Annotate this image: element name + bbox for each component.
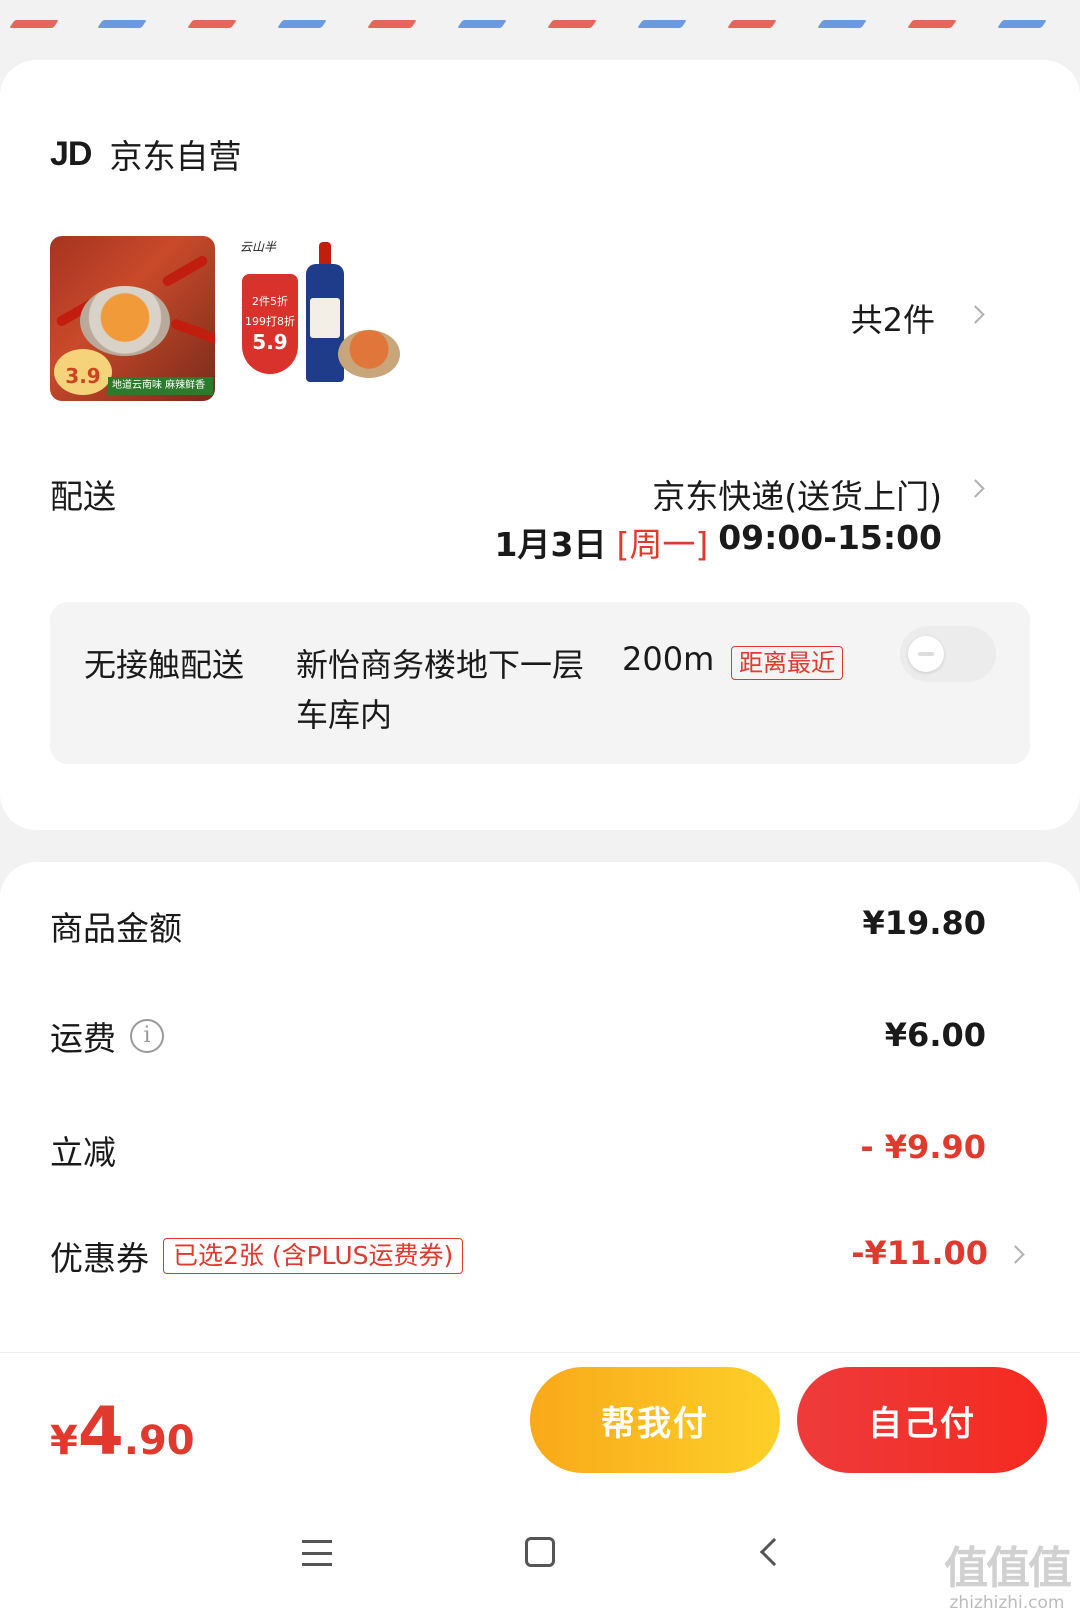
item-count[interactable]: 共2件: [851, 295, 935, 341]
delivery-time-range: 09:00-15:00: [718, 518, 942, 557]
shipping-fee-value: ¥6.00: [884, 1016, 986, 1054]
sauce-bottle-icon: [306, 242, 344, 382]
watermark: 值值值 zhizhizhi.com: [944, 1543, 1072, 1614]
price-badge: 3.9: [54, 349, 112, 395]
coupon-label: 优惠券 已选2张 (含PLUS运费券): [50, 1232, 464, 1280]
chevron-right-icon[interactable]: [966, 305, 985, 324]
product-thumbnail-1[interactable]: 3.9 地道云南味 麻辣鲜香: [50, 236, 215, 401]
airmail-border: [0, 0, 1080, 30]
contactless-distance: 200m: [622, 640, 715, 678]
back-icon[interactable]: [759, 1537, 789, 1567]
delivery-date: 1月3日: [494, 525, 607, 564]
contactless-delivery-panel: 无接触配送 新怡商务楼地下一层车库内 200m 距离最近: [50, 602, 1030, 764]
total-price: ¥ 4 .90: [50, 1393, 195, 1470]
contactless-address: 新怡商务楼地下一层车库内: [296, 646, 585, 734]
checkout-bar: ¥ 4 .90 帮我付 自己付: [0, 1352, 1080, 1490]
toggle-knob: [908, 636, 944, 672]
info-icon[interactable]: i: [130, 1019, 164, 1053]
chevron-right-icon[interactable]: [966, 479, 985, 498]
pay-myself-button[interactable]: 自己付: [797, 1367, 1047, 1473]
system-nav-bar: 值值值 zhizhizhi.com: [0, 1490, 1080, 1621]
instant-discount-value: - ¥9.90: [860, 1128, 986, 1166]
instant-discount-label: 立减: [50, 1133, 116, 1172]
jd-logo-icon: JD: [50, 134, 92, 173]
menu-icon[interactable]: [302, 1540, 332, 1566]
shop-name: 京东自营: [109, 137, 242, 176]
product-thumbnail-2[interactable]: 云山半 2件5折 199打8折 5.9: [238, 236, 403, 401]
promo-tag: 2件5折 199打8折 5.9: [242, 274, 298, 374]
promo-strip: 地道云南味 麻辣鲜香: [108, 377, 213, 395]
brand-text: 云山半: [240, 240, 277, 254]
delivery-time[interactable]: 1月3日 [周一] 09:00-15:00: [495, 518, 942, 566]
contactless-toggle[interactable]: [900, 626, 996, 682]
goods-amount-value: ¥19.80: [862, 904, 986, 942]
shop-header: JD 京东自营: [50, 130, 241, 178]
coupon-selected-tag[interactable]: 已选2张 (含PLUS运费券): [163, 1238, 464, 1274]
delivery-method[interactable]: 京东快递(送货上门): [652, 470, 942, 518]
chevron-right-icon[interactable]: [1006, 1245, 1025, 1264]
delivery-weekday: [周一]: [616, 525, 709, 564]
price-summary-card: 商品金额 ¥19.80 运费 i ¥6.00 立减 - ¥9.90 优惠券 已选…: [0, 862, 1080, 1352]
home-icon[interactable]: [525, 1537, 555, 1567]
food-bowl-icon: [338, 330, 400, 378]
nearest-tag: 距离最近: [731, 646, 843, 680]
coupon-value[interactable]: -¥11.00: [851, 1234, 988, 1272]
order-card: JD 京东自营 3.9 地道云南味 麻辣鲜香 云山半 2件5折 199打8折 5…: [0, 60, 1080, 830]
delivery-label: 配送: [50, 477, 116, 516]
contactless-title: 无接触配送: [84, 646, 245, 684]
shipping-fee-label: 运费 i: [50, 1012, 164, 1060]
goods-amount-label: 商品金额: [50, 909, 182, 948]
help-me-pay-button[interactable]: 帮我付: [530, 1367, 780, 1473]
